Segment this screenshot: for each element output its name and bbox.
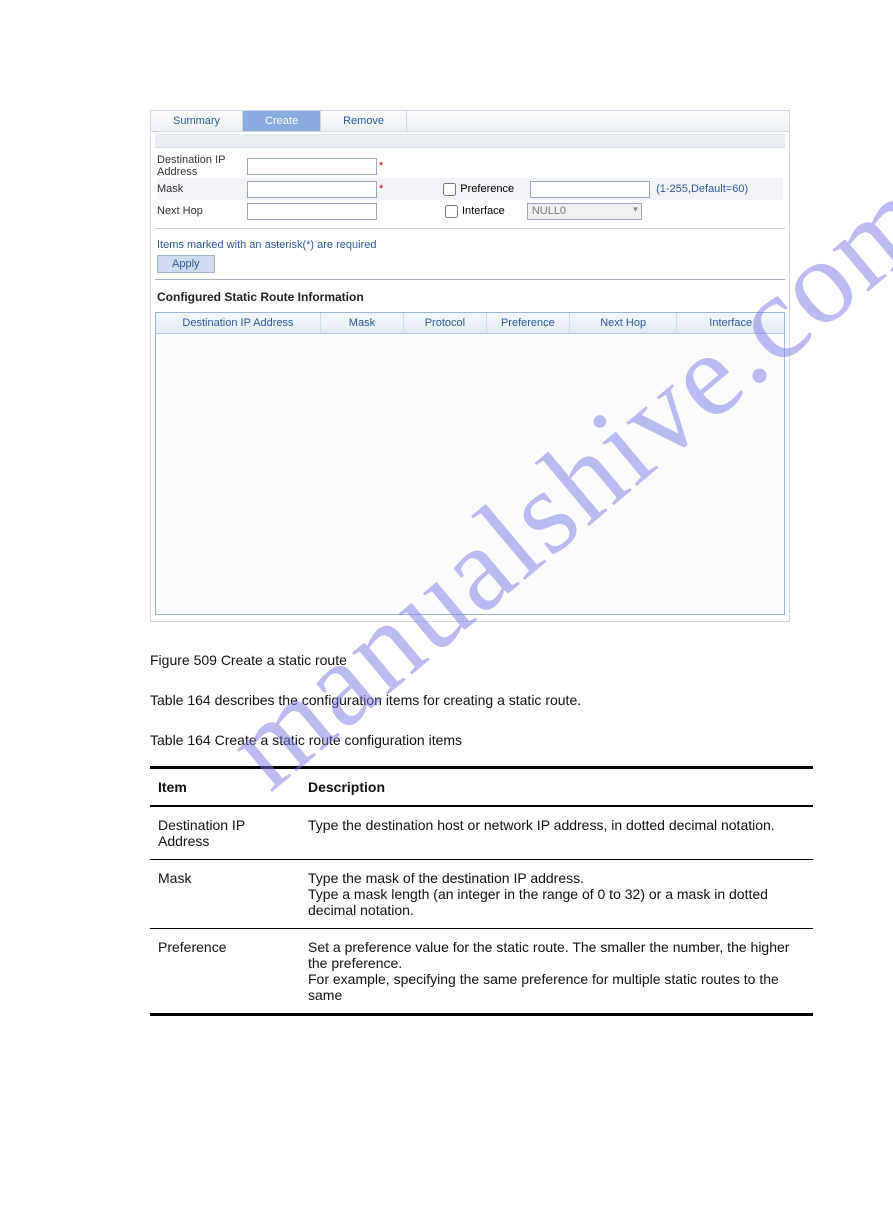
- input-dest-ip[interactable]: [247, 158, 377, 175]
- screenshot-panel: Summary Create Remove Destination IP Add…: [150, 110, 790, 622]
- cell-item: Mask: [150, 860, 300, 929]
- section-title: Configured Static Route Information: [157, 290, 783, 304]
- hint-preference: (1-255,Default=60): [656, 183, 748, 195]
- table-title: Table 164 Create a static route configur…: [150, 732, 813, 748]
- input-mask[interactable]: [247, 181, 377, 198]
- col-mask: Mask: [321, 313, 404, 333]
- label-nexthop: Next Hop: [157, 205, 247, 217]
- label-preference: Preference: [460, 183, 514, 195]
- table-row: Destination IP Address Type the destinat…: [150, 806, 813, 860]
- label-dest-ip: Destination IP Address: [157, 154, 247, 178]
- document-text: Figure 509 Create a static route Table 1…: [150, 652, 813, 1016]
- figure-caption: Figure 509 Create a static route: [150, 652, 813, 668]
- required-marker: *: [379, 160, 383, 172]
- table-row: Mask Type the mask of the destination IP…: [150, 860, 813, 929]
- description-table: Item Description Destination IP Address …: [150, 766, 813, 1016]
- checkbox-preference[interactable]: [443, 183, 456, 196]
- th-item: Item: [150, 768, 300, 807]
- checkbox-interface[interactable]: [445, 205, 458, 218]
- label-mask: Mask: [157, 183, 247, 195]
- label-interface: Interface: [462, 205, 505, 217]
- cell-desc: Type the destination host or network IP …: [300, 806, 813, 860]
- col-nexthop: Next Hop: [570, 313, 678, 333]
- cell-desc: Set a preference value for the static ro…: [300, 929, 813, 1015]
- checkbox-interface-wrap: Interface: [445, 205, 505, 218]
- cell-item: Preference: [150, 929, 300, 1015]
- col-pref: Preference: [487, 313, 570, 333]
- col-dest: Destination IP Address: [156, 313, 321, 333]
- checkbox-preference-wrap: Preference: [443, 183, 514, 196]
- table-ref: Table 164 describes the configuration it…: [150, 692, 813, 708]
- col-proto: Protocol: [404, 313, 487, 333]
- required-marker: *: [379, 183, 383, 195]
- required-note: Items marked with an asterisk(*) are req…: [157, 239, 789, 251]
- create-form: Destination IP Address * Mask * Preferen…: [151, 152, 789, 226]
- cell-item: Destination IP Address: [150, 806, 300, 860]
- input-preference[interactable]: [530, 181, 650, 198]
- tab-create[interactable]: Create: [243, 111, 321, 131]
- table-header: Destination IP Address Mask Protocol Pre…: [156, 313, 784, 334]
- tab-bar: Summary Create Remove: [151, 111, 789, 132]
- col-iface: Interface: [677, 313, 784, 333]
- table-row: Preference Set a preference value for th…: [150, 929, 813, 1015]
- input-nexthop[interactable]: [247, 203, 377, 220]
- cell-desc: Type the mask of the destination IP addr…: [300, 860, 813, 929]
- routes-table: Destination IP Address Mask Protocol Pre…: [155, 312, 785, 615]
- table-body-empty: [156, 334, 784, 614]
- th-desc: Description: [300, 768, 813, 807]
- tab-remove[interactable]: Remove: [321, 111, 407, 131]
- tab-summary[interactable]: Summary: [151, 111, 243, 131]
- select-interface: [527, 203, 642, 220]
- apply-button[interactable]: Apply: [157, 255, 215, 273]
- toolbar-strip: [155, 134, 785, 148]
